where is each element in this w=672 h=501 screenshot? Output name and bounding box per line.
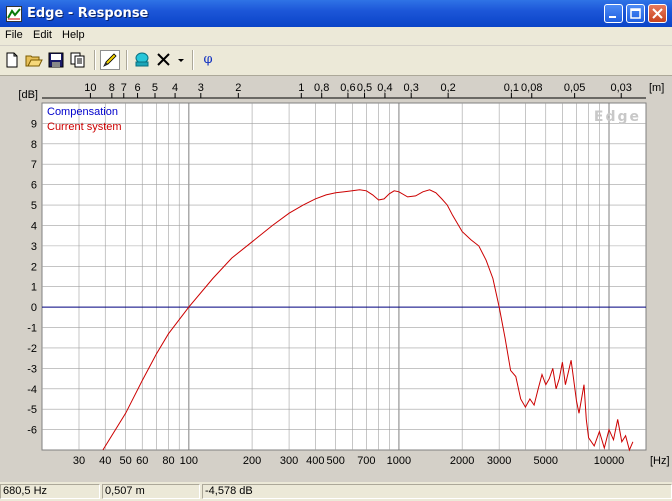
distance-unit-label: [m] xyxy=(649,82,664,94)
x-tick-label: 400 xyxy=(306,455,324,467)
delete-x-icon xyxy=(157,53,170,66)
maximize-icon xyxy=(630,8,641,19)
y-tick-label: 2 xyxy=(31,261,37,273)
close-button[interactable] xyxy=(648,4,667,23)
x-tick-label: 300 xyxy=(280,455,298,467)
x-tick-label: 50 xyxy=(119,455,131,467)
x-tick-label: 200 xyxy=(243,455,261,467)
distance-tick-label: 6 xyxy=(134,82,140,94)
legend-current-system: Current system xyxy=(47,121,122,133)
x-axis-labels: 30 40 50 60 80 100 200 300 400 500 700 1000 2000 3000… xyxy=(73,455,624,467)
plot-area[interactable] xyxy=(41,102,647,451)
x-tick-label: 30 xyxy=(73,455,85,467)
distance-tick-label: 0,08 xyxy=(521,82,542,94)
maximize-button[interactable] xyxy=(626,4,645,23)
y-tick-label: -1 xyxy=(27,323,37,335)
y-tick-label: 0 xyxy=(31,302,37,314)
open-folder-icon xyxy=(25,55,43,67)
x-tick-label: 40 xyxy=(99,455,111,467)
x-tick-label: 1000 xyxy=(387,455,411,467)
db-unit-label: [dB] xyxy=(18,89,38,101)
distance-tick-label: 0,8 xyxy=(314,82,329,94)
menu-help[interactable]: Help xyxy=(62,29,85,41)
x-tick-label: 80 xyxy=(162,455,174,467)
distance-tick-label: 0,05 xyxy=(564,82,585,94)
distance-tick-label: 10 xyxy=(84,82,96,94)
distance-tick-label: 0,6 xyxy=(340,82,355,94)
x-tick-label: 100 xyxy=(180,455,198,467)
status-bar: 680,5 Hz 0,507 m -4,578 dB xyxy=(0,482,672,501)
x-tick-label: 500 xyxy=(327,455,345,467)
menu-file[interactable]: File xyxy=(5,29,23,41)
copy-button[interactable] xyxy=(68,50,88,70)
y-tick-label: -4 xyxy=(27,384,37,396)
speaker-button[interactable] xyxy=(132,50,152,70)
legend-compensation: Compensation xyxy=(47,106,118,118)
open-button[interactable] xyxy=(24,50,44,70)
x-tick-label: 2000 xyxy=(450,455,474,467)
new-file-icon xyxy=(6,52,18,68)
x-tick-label: 700 xyxy=(357,455,375,467)
watermark-edge: Edge xyxy=(594,109,641,125)
y-tick-label: 3 xyxy=(31,241,37,253)
pencil-icon xyxy=(103,53,117,67)
y-tick-label: 8 xyxy=(31,139,37,151)
response-chart[interactable]: 10 8 7 6 5 4 3 2 1 0,8 0,6 0,5 0,4 0,3 0,2 0,1 0,08 0,05 0… xyxy=(0,76,672,480)
status-frequency: 680,5 Hz xyxy=(0,484,100,499)
minimize-button[interactable] xyxy=(604,4,623,23)
window-title: Edge - Response xyxy=(27,6,149,21)
distance-tick-label: 0,03 xyxy=(611,82,632,94)
menu-bar: File Edit Help xyxy=(0,27,672,45)
distance-tick-label: 0,3 xyxy=(404,82,419,94)
distance-tick-label: 4 xyxy=(172,82,178,94)
distance-tick-label: 0,4 xyxy=(377,82,392,94)
new-button[interactable] xyxy=(2,50,22,70)
y-tick-label: 1 xyxy=(31,282,37,294)
speaker-icon xyxy=(135,52,149,67)
minimize-icon xyxy=(609,16,616,18)
menu-edit[interactable]: Edit xyxy=(33,29,52,41)
draw-curve-button[interactable] xyxy=(100,50,120,70)
distance-tick-label: 0,1 xyxy=(504,82,519,94)
phase-button[interactable]: φ xyxy=(198,50,218,70)
save-button[interactable] xyxy=(46,50,66,70)
close-icon xyxy=(652,8,663,19)
y-tick-label: 4 xyxy=(31,220,37,232)
x-tick-label: 60 xyxy=(136,455,148,467)
distance-tick-label: 1 xyxy=(298,82,304,94)
chevron-down-icon xyxy=(178,59,184,62)
title-bar: Edge - Response xyxy=(0,0,672,27)
y-tick-label: 9 xyxy=(31,118,37,130)
save-disk-icon xyxy=(48,52,64,68)
distance-tick-label: 2 xyxy=(235,82,241,94)
delete-button[interactable] xyxy=(154,50,174,70)
y-axis-labels: 9 8 7 6 5 4 3 2 1 0 -1 -2 -3 -4 -5 -6 xyxy=(27,118,37,436)
distance-tick-label: 7 xyxy=(121,82,127,94)
x-tick-label: 3000 xyxy=(487,455,511,467)
response-chart-svg[interactable]: 10 8 7 6 5 4 3 2 1 0,8 0,6 0,5 0,4 0,3 0,2 0,1 0,08 0,05 0… xyxy=(0,76,672,480)
distance-tick-label: 5 xyxy=(152,82,158,94)
y-tick-label: -2 xyxy=(27,343,37,355)
distance-tick-label: 3 xyxy=(198,82,204,94)
distance-tick-label: 0,2 xyxy=(440,82,455,94)
y-tick-label: -3 xyxy=(27,363,37,375)
x-tick-label: 5000 xyxy=(534,455,558,467)
y-tick-label: 5 xyxy=(31,200,37,212)
distance-tick-label: 8 xyxy=(109,82,115,94)
distance-tick-label: 0,5 xyxy=(357,82,372,94)
x-tick-label: 10000 xyxy=(594,455,625,467)
y-tick-label: 7 xyxy=(31,159,37,171)
delete-dropdown-button[interactable] xyxy=(175,50,187,70)
toolbar: φ xyxy=(0,46,672,76)
y-tick-label: 6 xyxy=(31,180,37,192)
hz-unit-label: [Hz] xyxy=(650,455,670,467)
status-level: -4,578 dB xyxy=(202,484,672,499)
y-tick-label: -5 xyxy=(27,404,37,416)
y-tick-label: -6 xyxy=(27,425,37,437)
copy-icon xyxy=(70,52,85,68)
status-distance: 0,507 m xyxy=(102,484,200,499)
distance-axis: 10 8 7 6 5 4 3 2 1 0,8 0,6 0,5 0,4 0,3 0,2 0,1 0,08 0,05 0… xyxy=(42,82,646,99)
app-icon xyxy=(6,6,22,22)
